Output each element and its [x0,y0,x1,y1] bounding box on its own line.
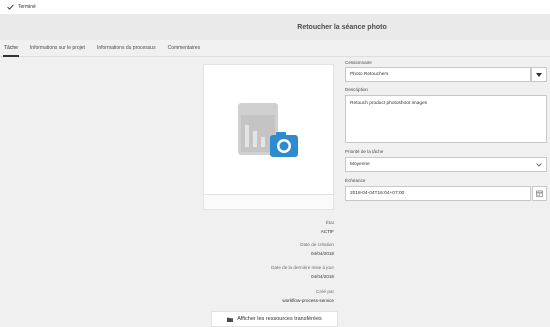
modified-group: Date de la dernière mise à jour 04/04/20… [200,265,334,279]
image-placeholder-icon [238,103,298,157]
tab-comments[interactable]: Commentaires [168,40,201,57]
due-date-input[interactable]: 2018-04-04T16:04+07:00 [345,186,531,201]
show-transferred-assets-label: Afficher les ressources transférées [237,316,322,322]
caret-down-icon [536,72,542,77]
status-label: État [325,220,334,225]
due-date-label: Échéance [345,178,366,183]
description-textarea[interactable]: Retouch product photoshoot images [345,95,547,143]
page-title: Retoucher la séance photo [297,23,387,31]
calendar-button[interactable] [532,186,547,201]
created-value: 04/04/2018 [311,251,334,256]
tab-process-info[interactable]: Informations du processus [97,40,156,57]
tab-bar: Tâche Informations sur le projet Informa… [0,40,550,57]
chevron-down-icon [536,163,542,167]
asset-preview-card[interactable] [203,64,334,210]
modified-value: 04/04/2018 [311,274,334,279]
folder-icon [227,317,234,322]
done-label[interactable]: Terminé [18,4,36,10]
assignee-dropdown-button[interactable] [531,67,547,82]
modified-label: Date de la dernière mise à jour [271,265,334,270]
show-transferred-assets-button[interactable]: Afficher les ressources transférées [211,311,338,327]
status-value: ACTIF [320,229,334,234]
thumbnail-footer [204,194,333,209]
description-label: Description [345,87,368,92]
title-bar: Retoucher la séance photo [0,14,550,40]
author-value: workflow-process-service [282,298,334,303]
asset-thumbnail [204,65,333,194]
author-group: Créé par workflow-process-service [200,289,334,303]
priority-select[interactable]: Moyenne [345,157,547,172]
status-group: État ACTIF [200,220,334,234]
tab-task[interactable]: Tâche [3,40,19,57]
tab-project-info[interactable]: Informations sur le projet [30,40,85,57]
calendar-icon [536,190,543,197]
created-group: Date de création 04/04/2018 [200,242,334,256]
top-bar: Terminé [0,0,550,14]
checkmark-icon[interactable] [5,2,15,12]
priority-label: Priorité de la tâche [345,149,384,154]
assignee-field[interactable]: Photo Retouchers [345,67,531,82]
author-label: Créé par [316,289,334,294]
priority-value: Moyenne [350,162,370,167]
assignee-label: Cessionnaire [345,60,372,65]
created-label: Date de création [300,242,334,247]
